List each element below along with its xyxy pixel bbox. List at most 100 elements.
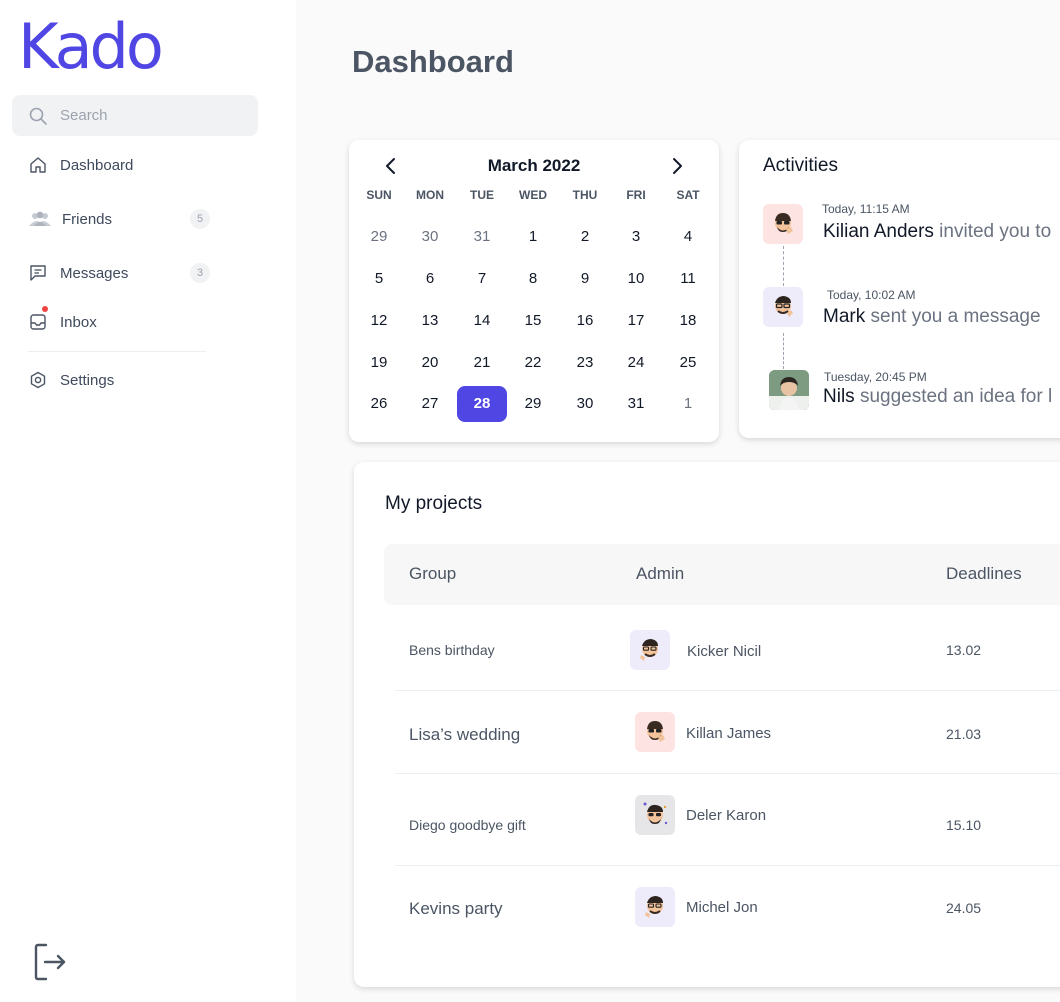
activity-text[interactable]: Mark sent you a message — [823, 306, 1041, 328]
project-group: Kevins party — [409, 899, 503, 918]
sidebar-divider — [28, 351, 206, 352]
calendar-day[interactable]: 26 — [359, 389, 399, 419]
table-row[interactable]: Kevins party Michel Jon 24.05 — [395, 876, 1060, 938]
activities-title: Activities — [763, 155, 838, 176]
admin-avatar — [635, 795, 675, 835]
home-icon — [28, 155, 48, 175]
calendar-day[interactable]: 4 — [668, 222, 708, 252]
calendar-day[interactable]: 22 — [513, 348, 553, 378]
calendar-day[interactable]: 8 — [513, 264, 553, 294]
calendar-day[interactable]: 29 — [513, 389, 553, 419]
calendar-day[interactable]: 29 — [359, 222, 399, 252]
calendar-day[interactable]: 1 — [513, 222, 553, 252]
sidebar-item-label: Settings — [60, 371, 115, 389]
admin-name: Michel Jon — [686, 899, 758, 916]
projects-title: My projects — [385, 493, 483, 514]
column-header-deadlines[interactable]: Deadlines — [946, 564, 1022, 584]
calendar-day[interactable]: 30 — [565, 389, 605, 419]
avatar[interactable] — [769, 370, 809, 410]
calendar-day[interactable]: 6 — [410, 264, 450, 294]
brand-logo[interactable]: Kado — [18, 10, 164, 83]
calendar-day[interactable]: 5 — [359, 264, 399, 294]
sidebar-item-label: Inbox — [60, 313, 97, 331]
timeline-connector — [783, 246, 784, 286]
weekday-label: SAT — [676, 188, 700, 202]
projects-card: My projects Group Admin Deadlines Bens b… — [354, 462, 1060, 987]
calendar-day[interactable]: 13 — [410, 306, 450, 336]
calendar-day[interactable]: 19 — [359, 348, 399, 378]
calendar-day[interactable]: 27 — [410, 389, 450, 419]
calendar-day[interactable]: 11 — [668, 264, 708, 294]
calendar-day[interactable]: 24 — [616, 348, 656, 378]
activity-text[interactable]: Nils suggested an idea for l — [823, 386, 1052, 408]
activity-action: invited you to — [933, 221, 1052, 242]
weekday-label: THU — [572, 188, 598, 202]
search-input[interactable]: Search — [12, 95, 258, 136]
calendar-day[interactable]: 21 — [462, 348, 502, 378]
friends-count-badge: 5 — [190, 209, 210, 229]
activity-action: suggested an idea for l — [854, 386, 1053, 407]
calendar-day[interactable]: 31 — [462, 222, 502, 252]
avatar[interactable] — [763, 287, 803, 327]
calendar-day[interactable]: 3 — [616, 222, 656, 252]
sidebar-item-inbox[interactable]: Inbox — [28, 306, 210, 334]
calendar-day[interactable]: 10 — [616, 264, 656, 294]
table-row[interactable]: Diego goodbye gift Deler Karon 15.10 — [395, 787, 1060, 857]
admin-name: Killan James — [686, 725, 772, 742]
search-placeholder: Search — [60, 107, 108, 124]
admin-avatar — [630, 630, 670, 670]
weekday-label: SUN — [366, 188, 392, 202]
sidebar-item-label: Messages — [60, 264, 129, 282]
activity-text[interactable]: Kilian Anders invited you to — [823, 221, 1051, 243]
avatar[interactable] — [763, 204, 803, 244]
activity-user: Kilian Anders — [823, 221, 934, 242]
activity-time: Today, 10:02 AM — [827, 288, 916, 302]
row-divider — [395, 865, 1060, 866]
calendar-day[interactable]: 9 — [565, 264, 605, 294]
calendar-day[interactable]: 30 — [410, 222, 450, 252]
calendar-day[interactable]: 12 — [359, 306, 399, 336]
calendar-day[interactable]: 20 — [410, 348, 450, 378]
deadline: 24.05 — [946, 900, 982, 916]
calendar-day[interactable]: 2 — [565, 222, 605, 252]
calendar-day-selected[interactable]: 28 — [457, 386, 507, 422]
activity-time: Tuesday, 20:45 PM — [824, 370, 927, 384]
chevron-right-icon — [673, 158, 682, 174]
logout-icon — [34, 943, 66, 981]
activities-card: Activities Today, 11:15 AM Kilian Anders… — [739, 140, 1060, 438]
unread-dot — [42, 306, 48, 312]
calendar-day[interactable]: 7 — [462, 264, 502, 294]
table-row[interactable]: Lisa’s wedding Killan James 21.03 — [395, 702, 1060, 764]
calendar-day[interactable]: 25 — [668, 348, 708, 378]
admin-name: Deler Karon — [686, 807, 767, 824]
admin-avatar — [635, 887, 675, 927]
calendar-day[interactable]: 1 — [668, 389, 708, 419]
calendar-day[interactable]: 17 — [616, 306, 656, 336]
sidebar-item-dashboard[interactable]: Dashboard — [28, 153, 210, 177]
row-divider — [395, 773, 1060, 774]
users-icon — [28, 209, 52, 229]
calendar-day[interactable]: 14 — [462, 306, 502, 336]
activity-user: Nils — [823, 386, 855, 407]
calendar-day[interactable]: 31 — [616, 389, 656, 419]
calendar-day[interactable]: 23 — [565, 348, 605, 378]
sidebar-item-settings[interactable]: Settings — [28, 368, 210, 392]
sidebar-item-friends[interactable]: Friends 5 — [28, 207, 210, 231]
message-icon — [28, 263, 48, 283]
weekday-label: TUE — [470, 188, 494, 202]
deadline: 15.10 — [946, 817, 982, 833]
calendar-next-button[interactable] — [665, 154, 689, 178]
sidebar-item-label: Dashboard — [60, 156, 134, 174]
activity-time: Today, 11:15 AM — [822, 202, 910, 216]
table-row[interactable]: Bens birthday Kicker Nicil 13.02 — [395, 622, 1060, 680]
logout-button[interactable] — [34, 942, 68, 982]
calendar-day[interactable]: 15 — [513, 306, 553, 336]
calendar-day[interactable]: 18 — [668, 306, 708, 336]
calendar-card: March 2022 SUN MON TUE WED THU FRI SAT 29 30 31 1 2… — [349, 140, 719, 442]
deadline: 13.02 — [946, 642, 982, 658]
column-header-admin[interactable]: Admin — [636, 564, 684, 584]
sidebar-item-messages[interactable]: Messages 3 — [28, 261, 210, 285]
sidebar: Kado Search Dashboard Friends 5 Messages… — [0, 0, 296, 1002]
column-header-group[interactable]: Group — [409, 564, 456, 584]
calendar-day[interactable]: 16 — [565, 306, 605, 336]
